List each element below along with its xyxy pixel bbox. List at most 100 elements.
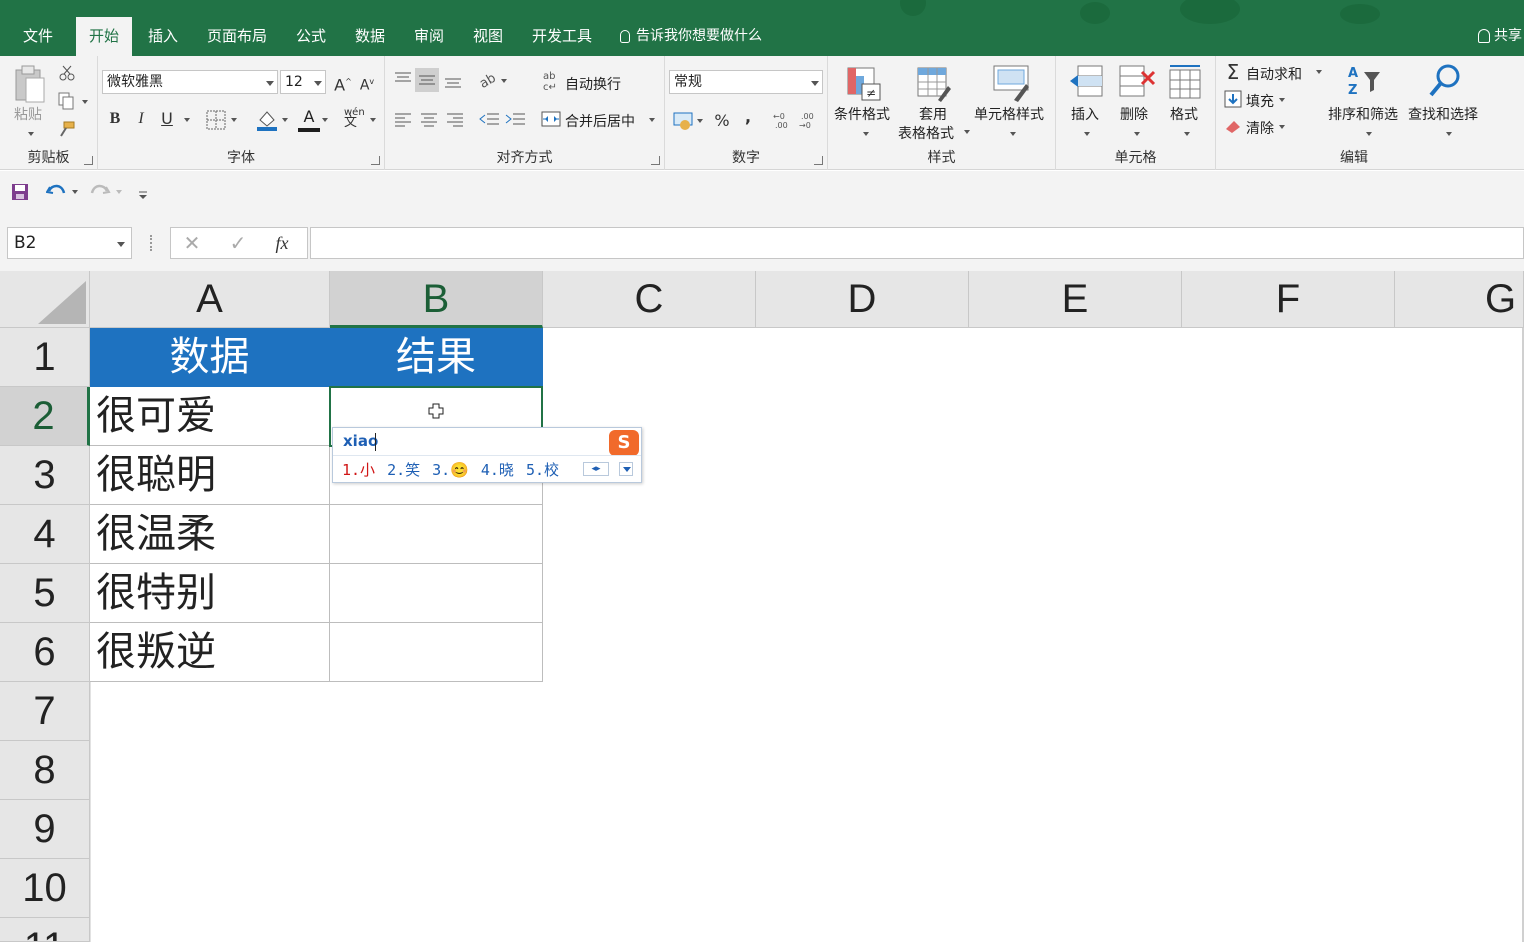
row-header-1[interactable]: 1: [0, 328, 90, 387]
cell-b6[interactable]: [330, 623, 543, 682]
copy-icon[interactable]: [58, 92, 88, 114]
increase-indent-icon[interactable]: [505, 110, 527, 132]
fill-color-icon[interactable]: [256, 108, 278, 136]
borders-icon[interactable]: [206, 110, 226, 134]
ime-expand-icon[interactable]: [619, 462, 633, 476]
column-header-f[interactable]: F: [1182, 271, 1395, 328]
delete-cells-icon[interactable]: [1118, 64, 1158, 104]
find-select-icon[interactable]: [1428, 62, 1464, 104]
conditional-formatting-label[interactable]: 条件格式: [834, 104, 890, 124]
cell-b1[interactable]: 结果: [330, 328, 543, 387]
grow-font-button[interactable]: A^: [332, 71, 354, 94]
align-top-icon[interactable]: [393, 70, 413, 92]
undo-icon[interactable]: [45, 181, 80, 205]
clear-dropdown-icon[interactable]: [1279, 125, 1285, 129]
column-header-b[interactable]: B: [330, 271, 543, 328]
paste-dropdown-icon[interactable]: [28, 132, 34, 136]
ime-candidate[interactable]: 3.😊: [432, 461, 469, 479]
splitter-handle[interactable]: [150, 235, 153, 251]
clear-label[interactable]: 清除: [1246, 118, 1274, 138]
fill-down-icon[interactable]: [1224, 90, 1242, 112]
format-cells-label[interactable]: 格式: [1170, 104, 1198, 124]
find-dropdown-icon[interactable]: [1446, 132, 1452, 136]
column-header-d[interactable]: D: [756, 271, 969, 328]
phonetic-guide-button[interactable]: wén 文: [344, 108, 365, 130]
fill-dropdown-icon[interactable]: [1279, 98, 1285, 102]
italic-button[interactable]: I: [130, 108, 152, 130]
name-box[interactable]: B2: [7, 227, 132, 259]
cell-b4[interactable]: [330, 505, 543, 564]
align-bottom-icon[interactable]: [443, 70, 463, 96]
cell-a5[interactable]: 很特别: [90, 564, 330, 623]
sogou-logo-icon[interactable]: S: [609, 430, 639, 456]
tab-formulas[interactable]: 公式: [286, 21, 336, 56]
ime-page-arrows-icon[interactable]: ◂▸: [583, 462, 609, 476]
font-launcher-icon[interactable]: [371, 156, 380, 165]
row-header-3[interactable]: 3: [0, 446, 90, 505]
worksheet-grid[interactable]: A B C D E F G 1 2 3 4 5 6 7 8 9 10 11 数据…: [0, 271, 1524, 942]
shrink-font-button[interactable]: Av: [356, 71, 378, 94]
cell-b5[interactable]: [330, 564, 543, 623]
share-button[interactable]: 共享: [1478, 21, 1522, 51]
confirm-entry-icon[interactable]: ✓: [227, 232, 249, 254]
format-as-table-label-1[interactable]: 套用: [919, 104, 947, 124]
insert-cells-label[interactable]: 插入: [1071, 104, 1099, 124]
tell-me-search[interactable]: 告诉我你想要做什么: [620, 21, 762, 51]
tab-file[interactable]: 文件: [10, 21, 66, 56]
delete-dropdown-icon[interactable]: [1134, 132, 1140, 136]
table-format-dropdown-icon[interactable]: [964, 130, 970, 134]
chevron-down-icon[interactable]: [117, 242, 125, 247]
clipboard-launcher-icon[interactable]: [84, 156, 93, 165]
merge-center-icon[interactable]: [541, 110, 561, 132]
bold-button[interactable]: B: [104, 108, 126, 130]
decrease-decimal-icon[interactable]: .00 →0: [799, 110, 819, 134]
customize-qat-icon[interactable]: [138, 185, 148, 204]
ime-candidate[interactable]: 2.笑: [387, 461, 420, 479]
font-color-button[interactable]: A: [298, 106, 320, 132]
column-header-c[interactable]: C: [543, 271, 756, 328]
cell-a4[interactable]: 很温柔: [90, 505, 330, 564]
font-size-combo[interactable]: 12: [280, 70, 326, 94]
autosum-label[interactable]: 自动求和: [1246, 64, 1302, 84]
tab-review[interactable]: 审阅: [404, 21, 454, 56]
ime-candidate[interactable]: 4.晓: [481, 461, 514, 479]
row-header-11[interactable]: 11: [0, 918, 90, 942]
cell-styles-dropdown-icon[interactable]: [1010, 132, 1016, 136]
fill-color-dropdown-icon[interactable]: [282, 118, 288, 122]
font-name-combo[interactable]: 微软雅黑: [102, 70, 278, 94]
align-middle-icon[interactable]: [415, 68, 439, 92]
format-as-table-icon[interactable]: [916, 66, 952, 106]
orientation-icon[interactable]: ab: [477, 70, 509, 94]
decrease-indent-icon[interactable]: [479, 110, 501, 132]
format-dropdown-icon[interactable]: [1184, 132, 1190, 136]
find-select-label[interactable]: 查找和选择: [1408, 104, 1478, 124]
underline-button[interactable]: U: [156, 108, 178, 130]
wrap-text-icon[interactable]: ab c↵: [543, 70, 563, 96]
merge-dropdown-icon[interactable]: [649, 118, 655, 122]
conditional-dropdown-icon[interactable]: [863, 132, 869, 136]
tab-page-layout[interactable]: 页面布局: [197, 21, 277, 56]
comma-button[interactable]: ,: [737, 106, 759, 128]
ime-candidate[interactable]: 1.小: [342, 461, 375, 479]
currency-icon[interactable]: [673, 110, 703, 136]
row-header-2[interactable]: 2: [0, 387, 90, 446]
formula-input[interactable]: [310, 227, 1524, 259]
select-all-button[interactable]: [0, 271, 90, 328]
insert-cells-icon[interactable]: [1068, 64, 1106, 104]
column-header-a[interactable]: A: [90, 271, 330, 328]
insert-dropdown-icon[interactable]: [1084, 132, 1090, 136]
sigma-icon[interactable]: Σ: [1222, 61, 1244, 83]
alignment-launcher-icon[interactable]: [651, 156, 660, 165]
cut-icon[interactable]: [58, 64, 76, 86]
eraser-icon[interactable]: [1224, 118, 1242, 138]
font-color-dropdown-icon[interactable]: [322, 118, 328, 122]
cell-a1[interactable]: 数据: [90, 328, 330, 387]
cell-styles-label[interactable]: 单元格样式: [974, 104, 1044, 124]
fill-label[interactable]: 填充: [1246, 91, 1274, 111]
increase-decimal-icon[interactable]: ←0.00: [773, 110, 793, 134]
tab-home[interactable]: 开始: [76, 17, 132, 56]
tab-data[interactable]: 数据: [345, 21, 395, 56]
cell-a3[interactable]: 很聪明: [90, 446, 330, 505]
number-format-combo[interactable]: 常规: [669, 70, 823, 94]
tab-view[interactable]: 视图: [463, 21, 513, 56]
